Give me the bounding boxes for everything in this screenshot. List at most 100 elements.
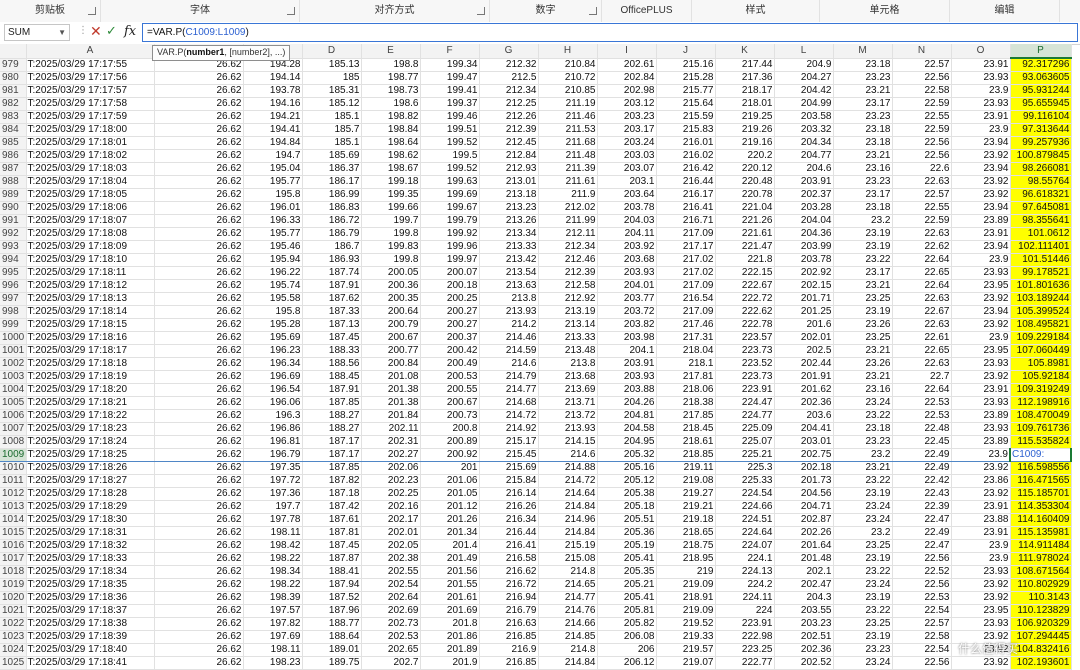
cell-value[interactable]: 211.19 xyxy=(538,97,598,111)
cell-value[interactable]: 215.08 xyxy=(538,552,598,566)
cell-value[interactable]: 222.98 xyxy=(715,630,775,644)
cell-value[interactable]: 26.62 xyxy=(154,331,244,345)
cell-value[interactable]: 201 xyxy=(420,461,480,475)
cell-value[interactable]: 185.13 xyxy=(302,58,362,72)
cell-value[interactable]: 200.25 xyxy=(420,292,480,306)
cell-value[interactable]: 213.8 xyxy=(538,357,598,371)
cell-value[interactable]: 206.08 xyxy=(597,630,657,644)
cell-value[interactable]: 222.78 xyxy=(715,318,775,332)
cell-value[interactable]: 196.79 xyxy=(243,448,303,462)
cell-value[interactable]: 204.6 xyxy=(774,162,834,176)
cell-value[interactable]: 194.14 xyxy=(243,71,303,85)
cell-value[interactable]: 215.45 xyxy=(479,448,539,462)
cell-value[interactable]: 212.32 xyxy=(479,58,539,72)
row-header[interactable]: 997 xyxy=(0,292,27,306)
cell-value[interactable]: 202.47 xyxy=(774,578,834,592)
cell-timestamp[interactable]: T:2025/03/29 17:18:16 xyxy=(26,331,155,345)
cell-value[interactable]: 200.8 xyxy=(420,422,480,436)
cell-value[interactable]: 23.18 xyxy=(833,136,893,150)
cell-value[interactable]: 22.67 xyxy=(892,305,952,319)
cell-value[interactable]: 23.95 xyxy=(951,604,1011,618)
cell-value[interactable]: 200.49 xyxy=(420,357,480,371)
cell-value[interactable]: 23.19 xyxy=(833,630,893,644)
cell-variance-result[interactable]: 98.355641 xyxy=(1010,214,1072,228)
cell-value[interactable]: 201.05 xyxy=(420,487,480,501)
cell-value[interactable]: 186.37 xyxy=(302,162,362,176)
cell-value[interactable]: 202.75 xyxy=(774,448,834,462)
row-header[interactable]: 988 xyxy=(0,175,27,189)
cell-value[interactable]: 214.46 xyxy=(479,331,539,345)
cell-value[interactable]: 23.91 xyxy=(951,227,1011,241)
cell-variance-result[interactable]: 112.198916 xyxy=(1010,396,1072,410)
cell-value[interactable]: 202.05 xyxy=(361,539,421,553)
cell-timestamp[interactable]: T:2025/03/29 17:18:02 xyxy=(26,149,155,163)
cell-value[interactable]: 205.19 xyxy=(597,539,657,553)
cell-value[interactable]: 186.79 xyxy=(302,227,362,241)
cell-value[interactable]: 213.93 xyxy=(538,422,598,436)
cell-value[interactable]: 22.54 xyxy=(892,604,952,618)
cell-value[interactable]: 196.54 xyxy=(243,383,303,397)
cell-value[interactable]: 203.82 xyxy=(597,318,657,332)
row-header[interactable]: 1000 xyxy=(0,331,27,345)
cell-value[interactable]: 196.23 xyxy=(243,344,303,358)
cell-value[interactable]: 22.49 xyxy=(892,526,952,540)
row-header[interactable]: 996 xyxy=(0,279,27,293)
cell-value[interactable]: 205.18 xyxy=(597,500,657,514)
cell-value[interactable]: 26.62 xyxy=(154,643,244,657)
cell-value[interactable]: 202.54 xyxy=(361,578,421,592)
cell-value[interactable]: 213.71 xyxy=(538,396,598,410)
cell-timestamp[interactable]: T:2025/03/29 17:18:32 xyxy=(26,539,155,553)
dialog-launcher-icon[interactable] xyxy=(589,7,597,15)
cell-value[interactable]: 222.72 xyxy=(715,292,775,306)
cell-value[interactable]: 202.53 xyxy=(361,630,421,644)
cell-value[interactable]: 217.81 xyxy=(656,370,716,384)
cell-value[interactable]: 23.21 xyxy=(833,279,893,293)
cell-value[interactable]: 202.5 xyxy=(774,344,834,358)
cell-value[interactable]: 205.32 xyxy=(597,448,657,462)
cell-variance-result[interactable]: 98.266081 xyxy=(1010,162,1072,176)
row-header[interactable]: 984 xyxy=(0,123,27,137)
cell-value[interactable]: 22.61 xyxy=(892,331,952,345)
cell-value[interactable]: 23.23 xyxy=(833,435,893,449)
cell-value[interactable]: 23.24 xyxy=(833,396,893,410)
cell-timestamp[interactable]: T:2025/03/29 17:18:06 xyxy=(26,201,155,215)
cell-variance-result[interactable]: 109.761736 xyxy=(1010,422,1072,436)
cell-value[interactable]: 196.86 xyxy=(243,422,303,436)
cell-value[interactable]: 23.92 xyxy=(951,461,1011,475)
cell-value[interactable]: 26.62 xyxy=(154,500,244,514)
cell-value[interactable]: 224.77 xyxy=(715,409,775,423)
cell-value[interactable]: 216.44 xyxy=(656,175,716,189)
cell-value[interactable]: 22.57 xyxy=(892,617,952,631)
cell-value[interactable]: 23.9 xyxy=(951,448,1011,462)
cell-value[interactable]: 214.6 xyxy=(538,448,598,462)
cell-value[interactable]: 213.68 xyxy=(538,370,598,384)
cell-timestamp[interactable]: T:2025/03/29 17:18:12 xyxy=(26,279,155,293)
cell-value[interactable]: 23.93 xyxy=(951,617,1011,631)
cell-value[interactable]: 203.17 xyxy=(597,123,657,137)
cell-value[interactable]: 197.36 xyxy=(243,487,303,501)
cell-value[interactable]: 212.02 xyxy=(538,201,598,215)
cell-value[interactable]: 198.6 xyxy=(361,97,421,111)
cell-value[interactable]: 216.72 xyxy=(479,578,539,592)
cell-value[interactable]: 199.47 xyxy=(420,71,480,85)
cell-value[interactable]: 215.28 xyxy=(656,71,716,85)
row-header[interactable]: 1003 xyxy=(0,370,27,384)
cell-value[interactable]: 200.36 xyxy=(361,279,421,293)
cell-value[interactable]: 200.27 xyxy=(420,318,480,332)
cell-value[interactable]: 185.1 xyxy=(302,136,362,150)
cell-value[interactable]: 212.34 xyxy=(538,240,598,254)
cell-value[interactable]: 202.11 xyxy=(361,422,421,436)
cell-value[interactable]: 215.19 xyxy=(538,539,598,553)
cell-value[interactable]: 205.38 xyxy=(597,487,657,501)
cell-timestamp[interactable]: T:2025/03/29 17:17:55 xyxy=(26,58,155,72)
formula-input[interactable]: =VAR.P(C1009:L1009) xyxy=(142,23,1078,42)
cell-value[interactable]: 187.45 xyxy=(302,331,362,345)
cell-value[interactable]: 204.01 xyxy=(597,279,657,293)
cell-value[interactable]: 213.63 xyxy=(479,279,539,293)
cell-timestamp[interactable]: T:2025/03/29 17:18:31 xyxy=(26,526,155,540)
cell-value[interactable]: 22.62 xyxy=(892,240,952,254)
cell-value[interactable]: 216.26 xyxy=(479,500,539,514)
cell-value[interactable]: 26.62 xyxy=(154,149,244,163)
cell-value[interactable]: 196.69 xyxy=(243,370,303,384)
cell-value[interactable]: 23.24 xyxy=(833,656,893,670)
